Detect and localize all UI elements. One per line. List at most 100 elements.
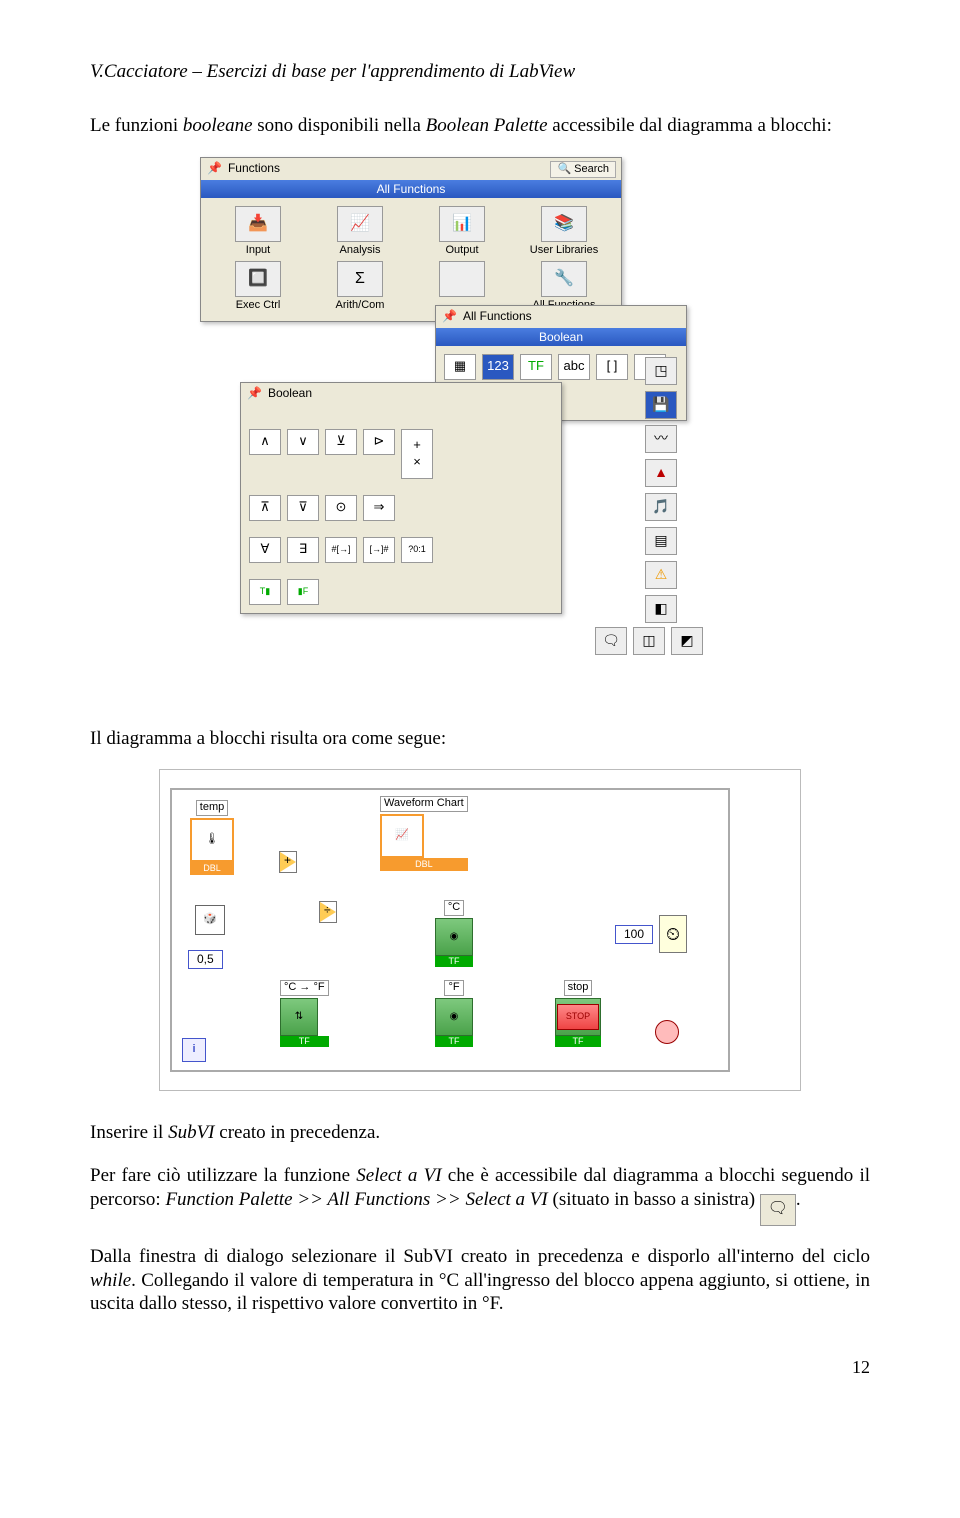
bool-to-01-icon[interactable]: ?0:1 [401,537,433,563]
cf-label: °C → °F [280,980,329,996]
palette-icon[interactable]: ◳ [645,357,677,385]
cf-switch-node: °C → °F ⇅ TF [280,980,329,1047]
numeric-constant: 100 [615,925,653,944]
timing-node: 100 ⏲ [615,915,687,953]
xnor-icon[interactable]: ⊙ [325,495,357,521]
text-italic: while [90,1270,131,1291]
pin-icon[interactable]: 📌 [207,161,222,176]
palette-icon[interactable]: ▤ [645,527,677,555]
nand-icon[interactable]: ⊼ [249,495,281,521]
page-header: V.Cacciatore – Esercizi di base per l'ap… [90,60,870,84]
implies-icon[interactable]: ⇒ [363,495,395,521]
palette-icon[interactable]: ◩ [671,627,703,655]
label: Input [209,244,307,258]
pin-icon[interactable]: 📌 [442,309,457,324]
degc-label: °C [444,900,464,916]
thermometer-icon: 🌡 [190,818,234,862]
boolean-iconrow: ⊼ ⊽ ⊙ ⇒ [241,487,561,529]
add-node: + [280,850,296,874]
iteration-terminal: i [182,1038,206,1062]
palette-icon[interactable]: ◫ [633,627,665,655]
dice-icon: 🎲 [195,905,225,935]
functions-title: Functions [228,161,280,176]
palette-icon[interactable]: ◧ [645,595,677,623]
metronome-icon: ⏲ [659,915,687,953]
stop-button[interactable]: STOP [557,1004,599,1030]
palette-icon[interactable]: 123 [482,354,514,380]
text: accessibile dal diagramma a blocchi: [548,115,832,136]
chart-icon: 📈 [380,814,424,858]
compound-icon[interactable]: +× [401,429,433,479]
page-number: 12 [90,1356,870,1379]
text: sono disponibili nella [253,115,426,136]
or-icon[interactable]: ∨ [287,429,319,455]
paragraph-final: Dalla finestra di dialogo selezionare il… [90,1245,870,1316]
stop-label: stop [564,980,593,996]
allfn-bottom-row: 🗨 ◫ ◩ [595,627,703,655]
boolean-iconrow: T▮ ▮F [241,571,561,613]
label: User Libraries [515,244,613,258]
palette-item-userlib[interactable]: 📚User Libraries [515,206,613,258]
paragraph-subvi: Inserire il SubVI creato in precedenza. [90,1121,870,1145]
palette-icon[interactable]: 🎵 [645,493,677,521]
palette-icon[interactable]: TF [520,354,552,380]
and-array-icon[interactable]: ∀ [249,537,281,563]
palette-icon[interactable]: ▦ [444,354,476,380]
mid-paragraph: Il diagramma a blocchi risulta ora come … [90,727,870,751]
palette-icon[interactable]: abc [558,354,590,380]
nor-icon[interactable]: ⊽ [287,495,319,521]
num-to-bool-icon[interactable]: #[→] [325,537,357,563]
text: Le funzioni [90,115,183,136]
search-label: Search [574,163,609,177]
palette-item-output[interactable]: 📊Output [413,206,511,258]
allfn-side-column: ◳ 💾 〰 ▲ 🎵 ▤ ⚠ ◧ [645,357,677,623]
palette-item-execctrl[interactable]: 🔲Exec Ctrl [209,261,307,313]
or-array-icon[interactable]: ∃ [287,537,319,563]
palette-icon[interactable]: ⚠ [645,561,677,589]
boolean-titlebar: 📌 Boolean [241,383,561,405]
search-button[interactable]: 🔍 Search [550,161,616,179]
degf-node: °F ◉ TF [435,980,473,1047]
dbl-badge: DBL [380,858,468,871]
switch-icon: ⇅ [280,998,318,1036]
functions-grid: 📥Input 📈Analysis 📊Output 📚User Libraries… [201,198,621,322]
not-icon[interactable]: ⊳ [363,429,395,455]
search-icon: 🔍 [557,163,571,177]
bool-to-num-icon[interactable]: [→]# [363,537,395,563]
false-const-icon[interactable]: ▮F [287,579,319,605]
text-italic: SubVI [168,1122,214,1143]
all-functions-bar: All Functions [201,180,621,198]
temp-node: temp 🌡 DBL [190,800,234,875]
label: Analysis [311,244,409,258]
text: Per fare ciò utilizzare la funzione [90,1165,356,1186]
and-icon[interactable]: ∧ [249,429,281,455]
palette-item-analysis[interactable]: 📈Analysis [311,206,409,258]
text: creato in precedenza. [215,1122,381,1143]
select-vi-inline-icon: 🗨 [760,1194,796,1226]
text: Dalla finestra di dialogo selezionare il… [90,1246,870,1267]
text: Inserire il [90,1122,168,1143]
true-const-icon[interactable]: T▮ [249,579,281,605]
pin-icon[interactable]: 📌 [247,386,262,401]
temp-label: temp [196,800,228,816]
bool-indicator: ◉ [435,998,473,1036]
label: Exec Ctrl [209,299,307,313]
palette-screenshot: 📌 Functions 🔍 Search All Functions 📥Inpu… [200,157,760,697]
text-italic: Boolean Palette [426,115,548,136]
stop-control: STOP [555,998,601,1036]
palette-item-input[interactable]: 📥Input [209,206,307,258]
palette-icon[interactable]: 💾 [645,391,677,419]
plus-label: + [284,853,291,868]
palette-icon[interactable]: [ ] [596,354,628,380]
bool-indicator: ◉ [435,918,473,956]
text-italic: Function Palette >> All Functions >> Sel… [165,1189,547,1210]
select-vi-icon[interactable]: 🗨 [595,627,627,655]
xor-icon[interactable]: ⊻ [325,429,357,455]
palette-icon[interactable]: 〰 [645,425,677,453]
palette-icon[interactable]: ▲ [645,459,677,487]
palette-item-arith[interactable]: ΣArith/Com [311,261,409,313]
divide-node: ÷ [320,900,336,924]
boolean-iconrow: ∀ ∃ #[→] [→]# ?0:1 [241,529,561,571]
intro-paragraph: Le funzioni booleane sono disponibili ne… [90,114,870,138]
dbl-badge: DBL [190,862,234,875]
